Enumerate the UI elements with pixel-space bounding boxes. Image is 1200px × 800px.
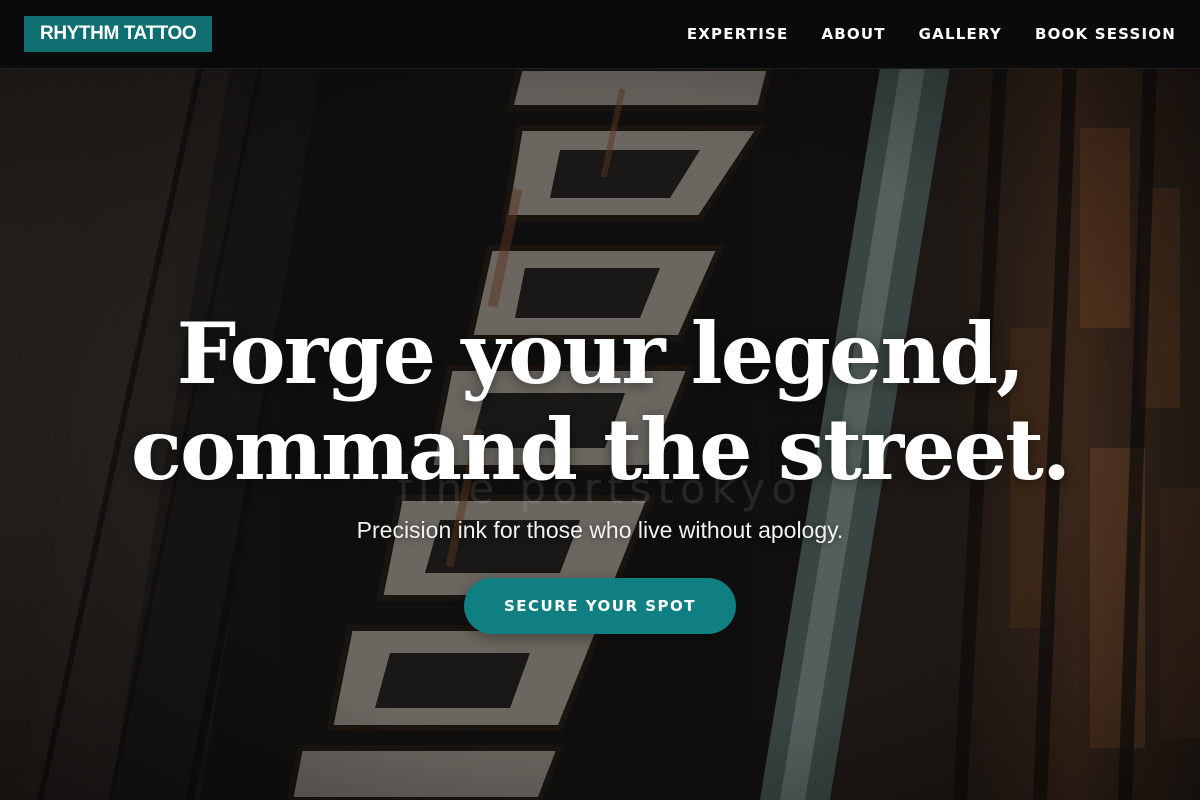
hero-headline-line-1: Forge your legend, (176, 304, 1026, 403)
secure-your-spot-button[interactable]: SECURE YOUR SPOT (463, 578, 737, 634)
hero-headline-line-2: command the street. (130, 400, 1071, 499)
logo-link[interactable]: RHYTHM TATTOO (24, 16, 213, 52)
nav-link-gallery[interactable]: GALLERY (919, 25, 1002, 43)
nav-link-book-session[interactable]: BOOK SESSION (1035, 25, 1176, 43)
site-header: RHYTHM TATTOO EXPERTISE ABOUT GALLERY BO… (0, 0, 1200, 69)
page: RHYTHM TATTOO EXPERTISE ABOUT GALLERY BO… (0, 0, 1200, 800)
nav-link-about[interactable]: ABOUT (821, 25, 885, 43)
main-nav: EXPERTISE ABOUT GALLERY BOOK SESSION (687, 0, 1176, 68)
hero-section: fine portstokyo Forge your legend, comma… (0, 68, 1200, 800)
nav-link-expertise[interactable]: EXPERTISE (687, 25, 789, 43)
hero-headline: Forge your legend, command the street. (0, 306, 1200, 498)
hero-subtitle: Precision ink for those who live without… (356, 517, 844, 543)
hero-content: Forge your legend, command the street. P… (0, 306, 1200, 634)
